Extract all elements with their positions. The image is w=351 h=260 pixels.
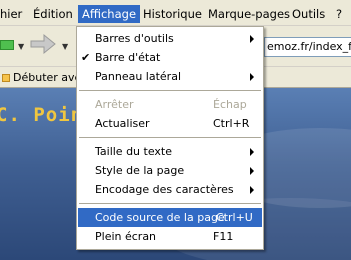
chevron-down-icon[interactable]: ▼ — [62, 42, 68, 51]
menu-item-barre-etat[interactable]: ✔ Barre d'état — [78, 48, 262, 67]
menu-marque-pages[interactable]: Marque-pages — [204, 5, 294, 23]
reload-icon[interactable] — [0, 40, 14, 50]
menu-item-label: Panneau latéral — [95, 70, 181, 83]
menu-item-label: Actualiser — [95, 117, 150, 130]
bookmark-icon — [2, 74, 10, 82]
menu-item-label: Barres d'outils — [95, 32, 174, 45]
menu-item-arreter[interactable]: Arrêter Échap — [78, 95, 262, 114]
menu-historique[interactable]: Historique — [139, 5, 206, 23]
menu-item-label: Code source de la page — [95, 211, 225, 224]
menu-item-shortcut: Échap — [213, 98, 247, 111]
bookmark-item[interactable]: Débuter avec — [0, 70, 87, 86]
menu-affichage[interactable]: Affichage — [78, 5, 141, 23]
menu-separator — [79, 137, 261, 138]
forward-arrow-icon[interactable] — [28, 32, 58, 56]
affichage-menu: Barres d'outils ✔ Barre d'état Panneau l… — [76, 26, 264, 250]
menu-item-label: Taille du texte — [95, 145, 172, 158]
menu-item-code-source[interactable]: Code source de la page Ctrl+U — [78, 208, 262, 227]
menu-separator — [79, 90, 261, 91]
menu-item-style-page[interactable]: Style de la page — [78, 161, 262, 180]
menu-item-barres-outils[interactable]: Barres d'outils — [78, 29, 262, 48]
menu-separator — [79, 203, 261, 204]
menu-item-encodage[interactable]: Encodage des caractères — [78, 180, 262, 199]
menu-edition[interactable]: Édition — [29, 5, 77, 23]
chevron-down-icon[interactable]: ▼ — [18, 42, 24, 51]
menu-outils[interactable]: Outils — [288, 5, 329, 23]
submenu-arrow-icon — [250, 148, 254, 156]
menu-item-shortcut: Ctrl+R — [213, 117, 250, 130]
menu-item-panneau-lateral[interactable]: Panneau latéral — [78, 67, 262, 86]
menu-fichier[interactable]: hier — [0, 5, 26, 23]
menu-item-shortcut: F11 — [213, 230, 234, 243]
menu-item-label: Barre d'état — [95, 51, 161, 64]
menu-item-label: Plein écran — [95, 230, 157, 243]
menu-item-shortcut: Ctrl+U — [216, 211, 253, 224]
menu-item-label: Style de la page — [95, 164, 185, 177]
menu-item-label: Encodage des caractères — [95, 183, 234, 196]
submenu-arrow-icon — [250, 35, 254, 43]
menu-item-plein-ecran[interactable]: Plein écran F11 — [78, 227, 262, 246]
url-input[interactable]: emoz.fr/index_file — [264, 37, 351, 57]
submenu-arrow-icon — [250, 167, 254, 175]
submenu-arrow-icon — [250, 73, 254, 81]
menu-item-actualiser[interactable]: Actualiser Ctrl+R — [78, 114, 262, 133]
menu-item-label: Arrêter — [95, 98, 134, 111]
submenu-arrow-icon — [250, 186, 254, 194]
menu-aide[interactable]: ? — [332, 5, 346, 23]
menu-item-taille-texte[interactable]: Taille du texte — [78, 142, 262, 161]
checkmark-icon: ✔ — [81, 51, 91, 64]
menu-bar: hier Édition Affichage Historique Marque… — [0, 0, 351, 26]
